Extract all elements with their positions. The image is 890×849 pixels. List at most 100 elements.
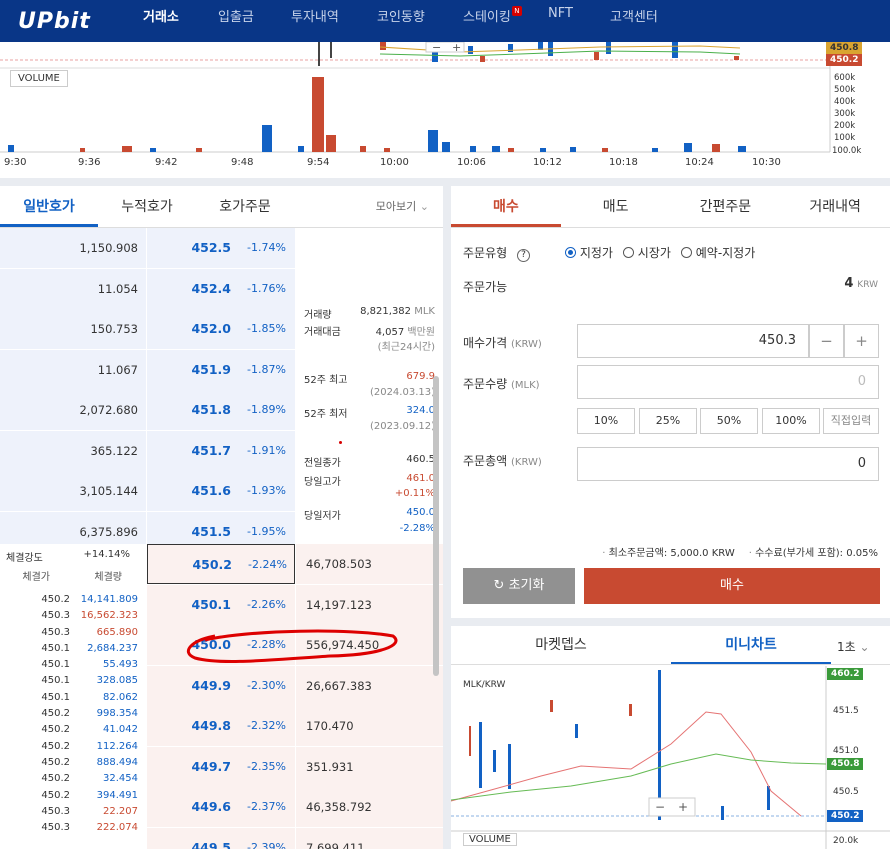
price-decrease-button[interactable]: − — [809, 324, 844, 358]
buy-qty: 7,699.411 — [296, 827, 443, 849]
buy-price-cell[interactable]: 449.6 -2.37% — [147, 787, 295, 827]
radio-market-label: 시장가 — [637, 246, 671, 260]
buy-price-label-text: 매수가격 — [463, 336, 508, 350]
sell-price-cell[interactable]: 451.8 -1.89% — [147, 390, 295, 430]
buy-price-cell[interactable]: 449.5 -2.39% — [147, 827, 295, 849]
price-increase-button[interactable]: + — [844, 324, 879, 358]
trade-qty: 14,141.809 — [80, 594, 138, 605]
info-day-high-pct: +0.11% — [394, 488, 435, 499]
buy-price-cell[interactable]: 449.7 -2.35% — [147, 746, 295, 787]
radio-market[interactable]: 시장가 — [622, 244, 671, 261]
main-chart[interactable]: − + VOLUME 450.8 450.2 600k 500k 400k 30… — [0, 42, 890, 178]
tab-buy[interactable]: 매수 — [451, 186, 561, 227]
upbit-logo[interactable]: UPbit — [18, 9, 143, 34]
trade-row: 450.2 998.354 — [0, 706, 146, 722]
buy-button[interactable]: 매수 — [584, 568, 880, 604]
tab-sell[interactable]: 매도 — [561, 186, 671, 227]
trade-price: 450.3 — [41, 626, 70, 638]
trade-strength-row: 체결강도 +14.14% — [0, 544, 146, 564]
header-trade-qty: 체결량 — [94, 572, 122, 583]
buy-price-cell[interactable]: 450.2 -2.24% — [147, 544, 295, 584]
time-tick: 10:24 — [685, 157, 714, 168]
pct-10-button[interactable]: 10% — [577, 408, 635, 434]
mini-tag-ma: 450.8 — [827, 758, 864, 770]
nav-investments[interactable]: 투자내역 — [291, 6, 339, 25]
pct-25-button[interactable]: 25% — [639, 408, 697, 434]
info-amount-value: 4,057 백만원 — [376, 323, 435, 338]
tab-trade-history[interactable]: 거래내역 — [780, 186, 890, 227]
trade-strength-label: 체결강도 — [6, 553, 43, 564]
trade-price: 450.3 — [41, 610, 70, 622]
sell-price-cell[interactable]: 451.9 -1.87% — [147, 349, 295, 390]
nav-staking-label: 스테이킹 — [463, 10, 511, 25]
radio-limit[interactable]: 지정가 — [565, 244, 613, 261]
sell-price-cell[interactable]: 452.0 -1.85% — [147, 309, 295, 349]
chart-zoom-controls[interactable]: − + — [425, 42, 465, 54]
radio-empty-icon — [622, 247, 634, 258]
custom-input-button[interactable]: 직접입력 — [823, 408, 879, 434]
buy-price: 450.1 — [191, 596, 231, 612]
available-amount: 4 KRW — [844, 276, 878, 291]
buy-price-cell[interactable]: 449.9 -2.30% — [147, 665, 295, 706]
orderbook-scrollbar[interactable] — [433, 376, 439, 676]
mini-zoom-controls[interactable]: − + — [648, 797, 696, 817]
trade-row: 450.2 41.042 — [0, 722, 146, 738]
sell-price-cell[interactable]: 452.5 -1.74% — [147, 228, 295, 268]
pct-50-button[interactable]: 50% — [700, 408, 758, 434]
reset-button[interactable]: ↻ 초기화 — [463, 568, 575, 604]
sell-change: -1.85% — [247, 322, 286, 335]
radio-reserved-limit[interactable]: 예약-지정가 — [680, 244, 755, 261]
trade-qty: 32.454 — [103, 773, 138, 785]
sell-price-cell[interactable]: 451.6 -1.93% — [147, 471, 295, 511]
buy-price-cell[interactable]: 450.0 -2.28% — [147, 625, 295, 665]
sell-qty: 11.067 — [0, 349, 146, 390]
sell-price-cell[interactable]: 451.7 -1.91% — [147, 430, 295, 471]
pct-100-button[interactable]: 100% — [762, 408, 820, 434]
bullet: · — [748, 548, 752, 559]
group-view-dropdown[interactable]: 모아보기 ⌄ — [376, 186, 429, 227]
info-prev-close: 전일종가 460.5 — [304, 454, 435, 469]
sell-price: 451.9 — [191, 361, 231, 377]
tab-general-orderbook[interactable]: 일반호가 — [0, 186, 98, 227]
new-badge: N — [511, 6, 522, 16]
info-amount-unit: 백만원 — [407, 327, 435, 338]
order-tabs: 매수 매도 간편주문 거래내역 — [451, 186, 890, 228]
nav-deposit[interactable]: 입출금 — [218, 6, 254, 25]
buy-qty: 26,667.383 — [296, 665, 443, 706]
nav-exchange[interactable]: 거래소 — [143, 6, 179, 25]
svg-text:−: − — [432, 42, 441, 54]
tab-cumulative-orderbook[interactable]: 누적호가 — [98, 186, 196, 227]
quantity-label: 주문수량 (MLK) — [463, 375, 540, 392]
quantity-input[interactable]: 0 — [577, 365, 879, 399]
mini-axis-tick: 450.5 — [833, 787, 859, 797]
volume-axis: 600k 500k 400k 300k 200k 100k 100.0k — [832, 72, 861, 157]
nav-staking[interactable]: 스테이킹 N — [463, 6, 522, 25]
sell-price-cell[interactable]: 452.4 -1.76% — [147, 268, 295, 309]
info-day-high: 당일고가 461.0 — [304, 473, 435, 488]
trade-price: 450.3 — [41, 822, 70, 834]
info-volume-number: 8,821,382 — [360, 306, 412, 317]
order-type-row: 주문유형 ? — [463, 244, 530, 262]
svg-text:+: + — [452, 42, 461, 54]
dot-marker — [339, 441, 342, 444]
order-type-options: 지정가 시장가 예약-지정가 — [565, 244, 755, 261]
total-input[interactable]: 0 — [577, 447, 879, 481]
buy-price-cell[interactable]: 450.1 -2.26% — [147, 584, 295, 625]
time-tick: 10:30 — [752, 157, 781, 168]
nav-nft[interactable]: NFT — [548, 6, 573, 21]
help-icon[interactable]: ? — [517, 249, 530, 262]
quantity-label-text: 주문수량 — [463, 377, 508, 391]
nav-support[interactable]: 고객센터 — [610, 6, 658, 25]
trade-price: 450.2 — [41, 773, 70, 785]
sell-qty: 3,105.144 — [0, 471, 146, 511]
volume-tick: 100k — [834, 133, 856, 144]
nav-coin-trends[interactable]: 코인동향 — [377, 6, 425, 25]
buy-price-cell[interactable]: 449.8 -2.32% — [147, 706, 295, 746]
tab-orderbook-order[interactable]: 호가주문 — [196, 186, 294, 227]
buy-price-input[interactable]: 450.3 — [577, 324, 809, 358]
tab-simple-order[interactable]: 간편주문 — [671, 186, 781, 227]
buy-qty: 351.931 — [296, 746, 443, 787]
trade-qty: 2,684.237 — [87, 642, 138, 654]
buy-change: -2.28% — [247, 638, 286, 651]
radio-selected-icon — [565, 247, 576, 258]
